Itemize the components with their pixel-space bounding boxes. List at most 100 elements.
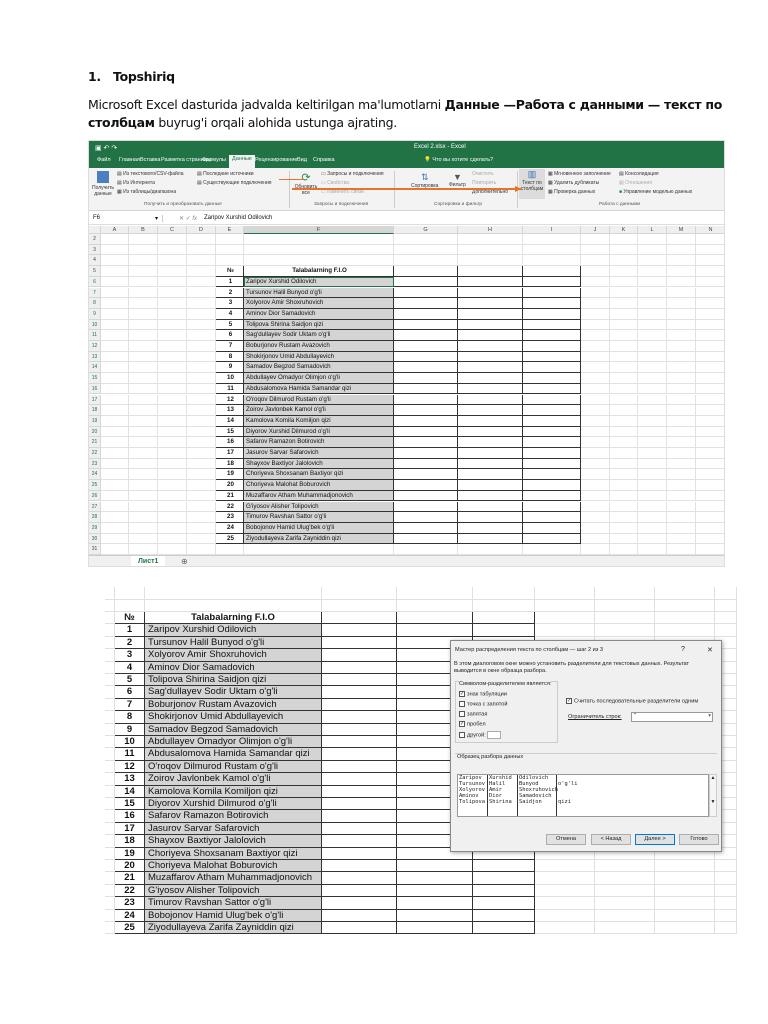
cell[interactable] xyxy=(394,415,458,427)
cell[interactable] xyxy=(696,395,724,406)
cell[interactable] xyxy=(458,234,523,245)
cell[interactable] xyxy=(667,287,696,299)
cell[interactable] xyxy=(696,298,724,309)
cell[interactable] xyxy=(581,362,610,374)
cell[interactable]: 9 xyxy=(216,362,244,374)
cell[interactable] xyxy=(129,415,158,427)
row-header[interactable]: 5 xyxy=(89,266,101,277)
cell[interactable]: № xyxy=(216,266,244,277)
cell[interactable]: 1 xyxy=(216,276,244,288)
cell[interactable] xyxy=(638,512,667,523)
cell[interactable] xyxy=(667,319,696,331)
sort-button[interactable]: ⇅ Сортировка xyxy=(411,172,438,189)
delimiter-checkbox[interactable]: запятая xyxy=(459,711,487,717)
cell[interactable] xyxy=(523,458,581,470)
cell[interactable] xyxy=(101,276,129,288)
row-header[interactable]: 10 xyxy=(89,319,101,331)
cell[interactable] xyxy=(667,330,696,341)
cell[interactable] xyxy=(638,276,667,288)
cell[interactable] xyxy=(638,501,667,513)
cell[interactable] xyxy=(638,319,667,331)
cell[interactable] xyxy=(129,437,158,448)
cell[interactable]: 24 xyxy=(216,522,244,534)
cell[interactable] xyxy=(696,427,724,438)
cell[interactable]: 6 xyxy=(216,330,244,341)
cell[interactable] xyxy=(394,351,458,363)
existing-connections-button[interactable]: ▤ Существующие подключения xyxy=(197,180,271,186)
cell[interactable] xyxy=(158,490,187,502)
cell[interactable] xyxy=(581,319,610,331)
row-header[interactable]: 19 xyxy=(89,415,101,427)
cell[interactable] xyxy=(581,544,610,555)
cell[interactable] xyxy=(610,426,638,438)
cell[interactable] xyxy=(581,234,610,245)
cell[interactable] xyxy=(667,458,696,470)
cell[interactable] xyxy=(696,288,724,299)
cell[interactable] xyxy=(638,255,667,267)
cell[interactable] xyxy=(158,319,187,331)
cell[interactable] xyxy=(158,330,187,341)
cell[interactable]: 25 xyxy=(216,533,244,545)
cell[interactable] xyxy=(581,276,610,288)
cell[interactable] xyxy=(638,426,667,438)
cell[interactable] xyxy=(101,383,129,395)
cell[interactable] xyxy=(187,373,216,384)
cell[interactable] xyxy=(638,341,667,352)
cell[interactable] xyxy=(696,373,724,384)
preview-scrollbar[interactable]: ▲ ▼ xyxy=(709,774,717,817)
row-header[interactable]: 15 xyxy=(89,373,101,384)
cell[interactable] xyxy=(696,277,724,288)
cancel-button[interactable]: Отмена xyxy=(546,834,586,845)
cell[interactable] xyxy=(523,533,581,545)
text-to-columns-button[interactable]: ▥ Текст по столбцам xyxy=(519,169,545,199)
cell[interactable] xyxy=(394,341,458,352)
cell[interactable] xyxy=(523,490,581,502)
consolidate-button[interactable]: ▤ Консолидация xyxy=(619,171,659,177)
row-header[interactable]: 11 xyxy=(89,330,101,341)
cell[interactable] xyxy=(158,383,187,395)
other-input[interactable] xyxy=(487,731,502,739)
cell[interactable] xyxy=(394,512,458,523)
cell[interactable] xyxy=(158,276,187,288)
cell[interactable] xyxy=(696,362,724,374)
cell[interactable] xyxy=(129,448,158,459)
cell[interactable] xyxy=(129,480,158,491)
row-header[interactable]: 9 xyxy=(89,308,101,320)
cell[interactable] xyxy=(458,383,523,395)
sheet-tab[interactable]: Лист1 xyxy=(131,556,166,566)
cell[interactable] xyxy=(667,266,696,277)
advanced-button[interactable]: Дополнительно xyxy=(472,189,508,195)
cell[interactable] xyxy=(158,308,187,320)
cell[interactable] xyxy=(101,255,129,267)
cell[interactable] xyxy=(610,287,638,299)
cell[interactable] xyxy=(394,276,458,288)
name-box[interactable]: F6 ▾ xyxy=(93,215,163,222)
cell[interactable] xyxy=(244,244,394,256)
cell[interactable] xyxy=(581,480,610,491)
cell[interactable] xyxy=(523,405,581,416)
cell[interactable] xyxy=(187,351,216,363)
cell[interactable] xyxy=(638,373,667,384)
cell[interactable] xyxy=(158,244,187,256)
row-header[interactable]: 24 xyxy=(89,469,101,481)
cell[interactable] xyxy=(158,394,187,406)
cell[interactable]: Talabalarning F.I.O xyxy=(244,266,394,277)
cell[interactable] xyxy=(101,448,129,459)
remove-duplicates-button[interactable]: ▦ Удалить дубликаты xyxy=(548,180,599,186)
cell[interactable] xyxy=(638,533,667,545)
cell[interactable] xyxy=(523,351,581,363)
cell[interactable] xyxy=(638,244,667,256)
cell[interactable] xyxy=(158,480,187,491)
cell[interactable] xyxy=(458,244,523,256)
cell[interactable]: 3 xyxy=(216,298,244,309)
cell[interactable] xyxy=(696,437,724,448)
cell[interactable] xyxy=(458,351,523,363)
row-header[interactable]: 17 xyxy=(89,394,101,406)
row-header[interactable]: 30 xyxy=(89,533,101,545)
cell[interactable] xyxy=(581,351,610,363)
cell[interactable] xyxy=(581,501,610,513)
cell[interactable]: 12 xyxy=(216,394,244,406)
cell[interactable] xyxy=(523,480,581,491)
cell[interactable] xyxy=(187,415,216,427)
cell[interactable] xyxy=(610,448,638,459)
